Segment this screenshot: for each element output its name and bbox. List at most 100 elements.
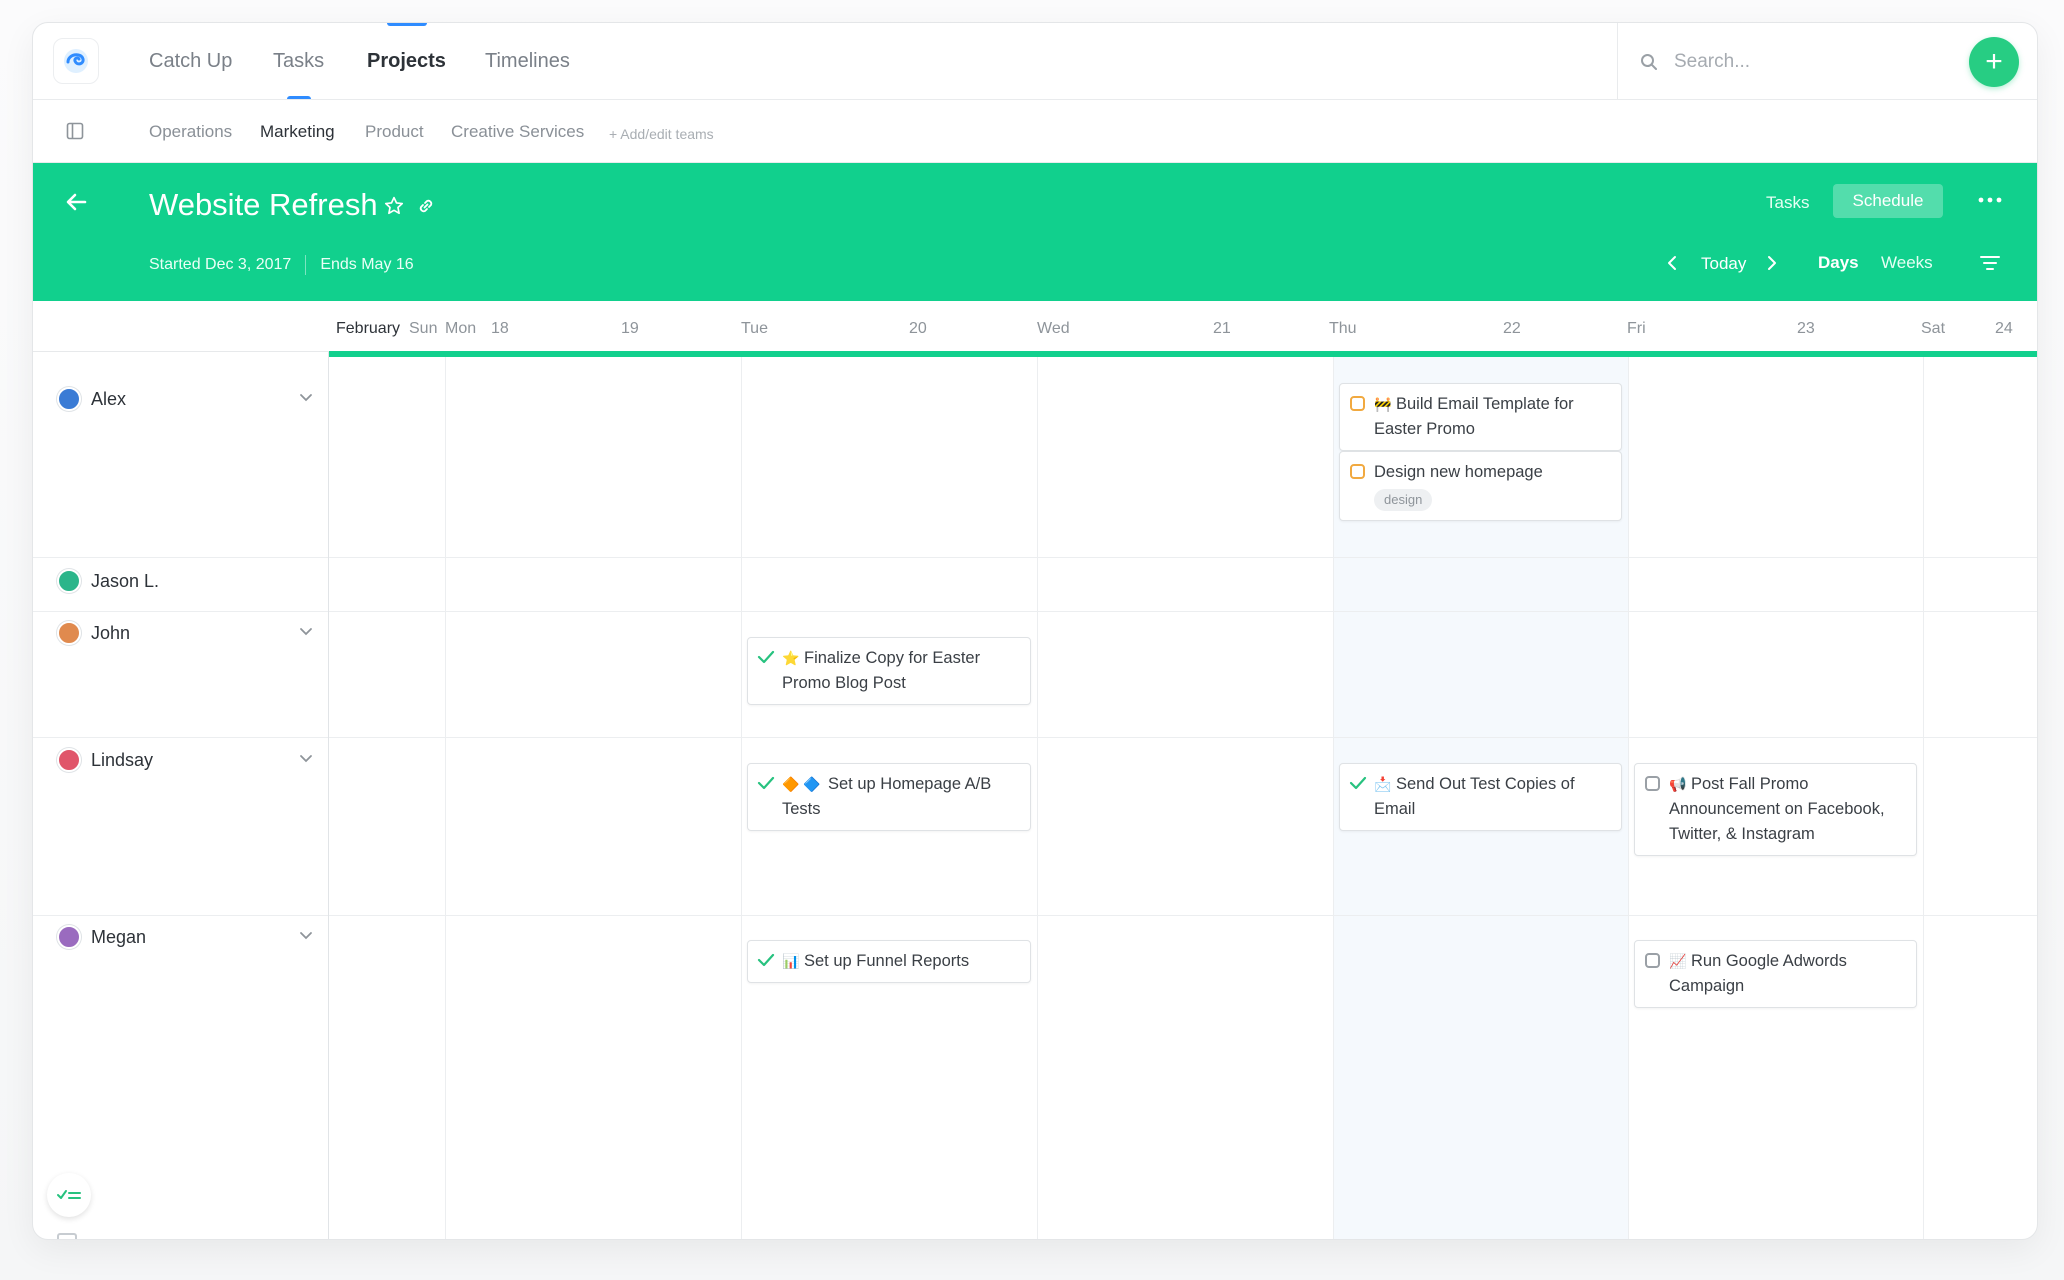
person-name: Alex <box>91 388 127 409</box>
chevron-down-icon[interactable] <box>299 627 313 637</box>
column-divider <box>1923 357 1924 1239</box>
task-title: Post Fall Promo Announcement on Facebook… <box>1669 775 1885 843</box>
project-header: Website Refresh Started Dec 3, 2017 Ends … <box>33 163 2037 301</box>
person-alex[interactable]: Alex <box>57 387 126 411</box>
task-card[interactable]: 📩 Send Out Test Copies of Email <box>1339 763 1622 831</box>
nav-catch-up[interactable]: Catch Up <box>149 50 232 73</box>
task-title: Design new homepage <box>1374 463 1543 481</box>
nav-timelines[interactable]: Timelines <box>485 50 570 73</box>
timeline-progress-bar <box>329 351 2037 357</box>
row-divider <box>33 737 2037 738</box>
task-list-toggle-button[interactable] <box>47 1173 91 1217</box>
chevron-right-icon[interactable] <box>1766 253 1778 273</box>
megaphone-icon: 📢 <box>1669 776 1687 792</box>
checkmark-icon[interactable] <box>757 776 775 790</box>
team-operations[interactable]: Operations <box>149 122 232 142</box>
project-end-date: Ends May 16 <box>320 256 414 274</box>
search-input[interactable] <box>1674 45 1954 79</box>
chevron-down-icon[interactable] <box>299 393 313 403</box>
sidebar-toggle-icon[interactable] <box>66 122 84 140</box>
task-card[interactable]: 📈 Run Google Adwords Campaign <box>1634 940 1917 1008</box>
avatar <box>57 387 81 411</box>
person-lindsay[interactable]: Lindsay <box>57 748 153 772</box>
task-tag[interactable]: design <box>1374 489 1433 511</box>
app-logo[interactable] <box>53 38 99 84</box>
task-checkbox[interactable] <box>1645 776 1660 791</box>
header-mon: Mon <box>445 320 477 337</box>
column-divider <box>1628 357 1629 1239</box>
task-card[interactable]: Design new homepage design <box>1339 451 1622 521</box>
task-card[interactable]: 🔶 🔷 Set up Homepage A/B Tests <box>747 763 1031 831</box>
team-bar: Operations Marketing Product Creative Se… <box>33 100 2037 163</box>
checkmark-icon[interactable] <box>1349 776 1367 790</box>
envelope-icon: 📩 <box>1374 776 1392 792</box>
back-arrow-icon[interactable] <box>65 191 87 213</box>
row-divider <box>33 557 2037 558</box>
bar-chart-icon: 📊 <box>782 953 800 969</box>
task-checkbox[interactable] <box>1645 953 1660 968</box>
add-button[interactable]: + <box>1969 37 2019 87</box>
chevron-left-icon[interactable] <box>1666 253 1678 273</box>
header-tue: Tue <box>741 320 768 337</box>
diamond-icons: 🔶 🔷 <box>782 776 821 792</box>
person-jason[interactable]: Jason L. <box>57 569 159 593</box>
checkmark-icon[interactable] <box>757 650 775 664</box>
header-fri: Fri <box>1627 320 1646 337</box>
task-title: Build Email Template for Easter Promo <box>1374 395 1574 438</box>
header-date-19: 19 <box>621 320 639 337</box>
today-button[interactable]: Today <box>1701 254 1746 274</box>
link-icon[interactable] <box>417 197 435 215</box>
person-john[interactable]: John <box>57 621 130 645</box>
checkmark-icon[interactable] <box>757 953 775 967</box>
date-separator <box>305 255 307 275</box>
task-card[interactable]: 📊 Set up Funnel Reports <box>747 940 1031 983</box>
add-edit-teams-link[interactable]: + Add/edit teams <box>609 126 714 142</box>
team-product[interactable]: Product <box>365 122 424 142</box>
top-navigation: Catch Up Tasks Projects Timelines + <box>33 23 2037 100</box>
more-options-icon[interactable] <box>1978 197 2002 203</box>
project-start-date: Started Dec 3, 2017 <box>149 256 292 274</box>
header-date-21: 21 <box>1213 320 1231 337</box>
nav-tasks-indicator-bottom <box>287 96 311 99</box>
logo-icon <box>64 49 88 73</box>
chevron-down-icon[interactable] <box>299 754 313 764</box>
task-checkbox[interactable] <box>1350 396 1365 411</box>
view-schedule-tab[interactable]: Schedule <box>1833 184 1943 218</box>
team-marketing[interactable]: Marketing <box>260 122 335 142</box>
task-title: Set up Funnel Reports <box>804 952 970 970</box>
header-date-18: 18 <box>491 320 509 337</box>
project-dates: Started Dec 3, 2017 Ends May 16 <box>149 255 414 275</box>
nav-tasks[interactable]: Tasks <box>273 50 324 73</box>
star-icon[interactable] <box>383 195 405 217</box>
checklist-icon <box>57 1190 81 1199</box>
header-wed: Wed <box>1037 320 1070 337</box>
person-name: Jason L. <box>91 570 160 591</box>
column-divider <box>1333 357 1334 1239</box>
people-column <box>33 352 329 1239</box>
task-card[interactable]: 🚧 Build Email Template for Easter Promo <box>1339 383 1622 451</box>
weeks-view-toggle[interactable]: Weeks <box>1881 253 1933 273</box>
team-creative-services[interactable]: Creative Services <box>451 122 584 142</box>
task-card[interactable]: 📢 Post Fall Promo Announcement on Faceboo… <box>1634 763 1917 856</box>
person-megan[interactable]: Megan <box>57 925 146 949</box>
header-thu: Thu <box>1329 320 1357 337</box>
trend-chart-icon: 📈 <box>1669 953 1687 969</box>
days-view-toggle[interactable]: Days <box>1818 253 1859 273</box>
task-checkbox[interactable] <box>1350 464 1365 479</box>
app-window: Catch Up Tasks Projects Timelines + Oper… <box>32 22 2038 1240</box>
task-card[interactable]: ⭐ Finalize Copy for Easter Promo Blog Pos… <box>747 637 1031 705</box>
person-name: Megan <box>91 926 147 947</box>
view-tasks-tab[interactable]: Tasks <box>1766 193 1809 213</box>
secondary-panel-icon[interactable] <box>57 1233 77 1239</box>
task-title: Run Google Adwords Campaign <box>1669 952 1847 995</box>
filter-icon[interactable] <box>1979 255 2001 271</box>
project-title: Website Refresh <box>149 187 378 222</box>
person-name: Lindsay <box>91 749 154 770</box>
task-title: Finalize Copy for Easter Promo Blog Post <box>782 649 981 692</box>
column-divider <box>1037 357 1038 1239</box>
column-divider <box>741 357 742 1239</box>
chevron-down-icon[interactable] <box>299 931 313 941</box>
search-icon <box>1641 54 1657 70</box>
construction-icon: 🚧 <box>1374 396 1392 412</box>
nav-projects[interactable]: Projects <box>367 50 446 73</box>
